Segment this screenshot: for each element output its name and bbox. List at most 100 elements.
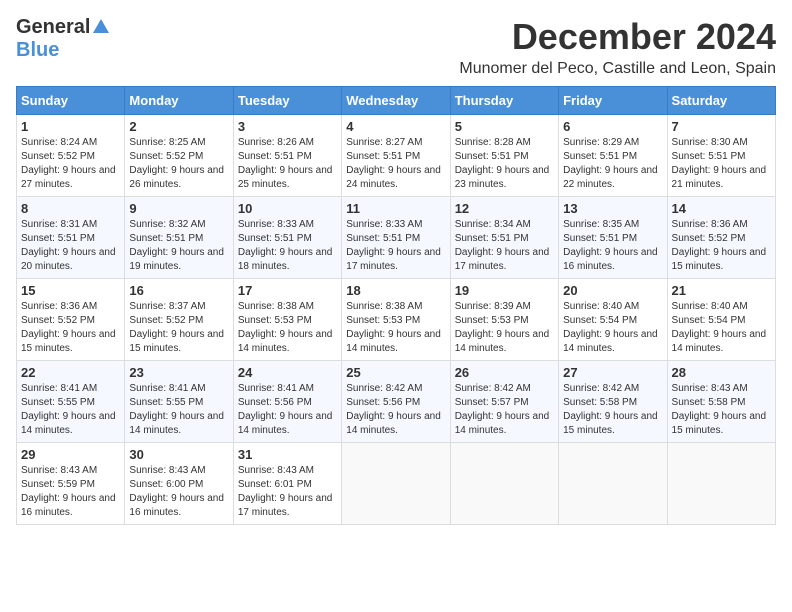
day-number: 11 <box>346 201 445 216</box>
sunset-label: Sunset: 5:51 PM <box>346 151 420 162</box>
daylight-label: Daylight: 9 hours and 20 minutes. <box>21 247 116 272</box>
sunrise-label: Sunrise: 8:43 AM <box>129 465 205 476</box>
daylight-label: Daylight: 9 hours and 15 minutes. <box>129 329 224 354</box>
daylight-label: Daylight: 9 hours and 15 minutes. <box>672 411 767 436</box>
day-cell-15: 15 Sunrise: 8:36 AM Sunset: 5:52 PM Dayl… <box>17 279 125 361</box>
day-number: 12 <box>455 201 554 216</box>
sunset-label: Sunset: 5:58 PM <box>563 397 637 408</box>
day-info: Sunrise: 8:33 AM Sunset: 5:51 PM Dayligh… <box>346 218 445 274</box>
sunset-label: Sunset: 5:56 PM <box>238 397 312 408</box>
day-number: 26 <box>455 365 554 380</box>
day-info: Sunrise: 8:43 AM Sunset: 5:58 PM Dayligh… <box>672 382 771 438</box>
day-cell-6: 6 Sunrise: 8:29 AM Sunset: 5:51 PM Dayli… <box>559 115 667 197</box>
sunrise-label: Sunrise: 8:36 AM <box>21 301 97 312</box>
day-cell-5: 5 Sunrise: 8:28 AM Sunset: 5:51 PM Dayli… <box>450 115 558 197</box>
day-cell-9: 9 Sunrise: 8:32 AM Sunset: 5:51 PM Dayli… <box>125 197 233 279</box>
weekday-header-saturday: Saturday <box>667 87 775 115</box>
day-number: 16 <box>129 283 228 298</box>
day-cell-1: 1 Sunrise: 8:24 AM Sunset: 5:52 PM Dayli… <box>17 115 125 197</box>
day-cell-2: 2 Sunrise: 8:25 AM Sunset: 5:52 PM Dayli… <box>125 115 233 197</box>
day-info: Sunrise: 8:24 AM Sunset: 5:52 PM Dayligh… <box>21 136 120 192</box>
sunrise-label: Sunrise: 8:38 AM <box>346 301 422 312</box>
day-number: 20 <box>563 283 662 298</box>
day-info: Sunrise: 8:25 AM Sunset: 5:52 PM Dayligh… <box>129 136 228 192</box>
sunset-label: Sunset: 5:52 PM <box>21 151 95 162</box>
day-cell-14: 14 Sunrise: 8:36 AM Sunset: 5:52 PM Dayl… <box>667 197 775 279</box>
sunset-label: Sunset: 5:56 PM <box>346 397 420 408</box>
location-title: Munomer del Peco, Castille and Leon, Spa… <box>459 60 776 78</box>
sunset-label: Sunset: 5:51 PM <box>563 233 637 244</box>
sunrise-label: Sunrise: 8:31 AM <box>21 219 97 230</box>
calendar-header-row: SundayMondayTuesdayWednesdayThursdayFrid… <box>17 87 776 115</box>
logo-triangle-icon <box>92 17 110 35</box>
sunrise-label: Sunrise: 8:40 AM <box>672 301 748 312</box>
sunset-label: Sunset: 5:52 PM <box>129 315 203 326</box>
sunrise-label: Sunrise: 8:38 AM <box>238 301 314 312</box>
day-number: 31 <box>238 447 337 462</box>
sunset-label: Sunset: 5:53 PM <box>238 315 312 326</box>
day-cell-30: 30 Sunrise: 8:43 AM Sunset: 6:00 PM Dayl… <box>125 443 233 525</box>
daylight-label: Daylight: 9 hours and 14 minutes. <box>346 329 441 354</box>
sunset-label: Sunset: 5:52 PM <box>129 151 203 162</box>
day-cell-4: 4 Sunrise: 8:27 AM Sunset: 5:51 PM Dayli… <box>342 115 450 197</box>
calendar-table: SundayMondayTuesdayWednesdayThursdayFrid… <box>16 86 776 525</box>
page-header: General Blue December 2024 Munomer del P… <box>16 16 776 78</box>
sunrise-label: Sunrise: 8:42 AM <box>455 383 531 394</box>
sunrise-label: Sunrise: 8:36 AM <box>672 219 748 230</box>
empty-day-cell <box>342 443 450 525</box>
sunrise-label: Sunrise: 8:42 AM <box>346 383 422 394</box>
day-number: 21 <box>672 283 771 298</box>
weekday-header-monday: Monday <box>125 87 233 115</box>
daylight-label: Daylight: 9 hours and 14 minutes. <box>238 329 333 354</box>
daylight-label: Daylight: 9 hours and 14 minutes. <box>238 411 333 436</box>
day-cell-19: 19 Sunrise: 8:39 AM Sunset: 5:53 PM Dayl… <box>450 279 558 361</box>
daylight-label: Daylight: 9 hours and 24 minutes. <box>346 165 441 190</box>
day-number: 28 <box>672 365 771 380</box>
day-cell-23: 23 Sunrise: 8:41 AM Sunset: 5:55 PM Dayl… <box>125 361 233 443</box>
daylight-label: Daylight: 9 hours and 15 minutes. <box>21 329 116 354</box>
day-number: 19 <box>455 283 554 298</box>
sunrise-label: Sunrise: 8:29 AM <box>563 137 639 148</box>
weekday-header-sunday: Sunday <box>17 87 125 115</box>
sunset-label: Sunset: 5:53 PM <box>346 315 420 326</box>
day-cell-25: 25 Sunrise: 8:42 AM Sunset: 5:56 PM Dayl… <box>342 361 450 443</box>
day-number: 24 <box>238 365 337 380</box>
sunrise-label: Sunrise: 8:40 AM <box>563 301 639 312</box>
weekday-header-friday: Friday <box>559 87 667 115</box>
sunset-label: Sunset: 5:55 PM <box>21 397 95 408</box>
daylight-label: Daylight: 9 hours and 27 minutes. <box>21 165 116 190</box>
day-number: 27 <box>563 365 662 380</box>
day-info: Sunrise: 8:42 AM Sunset: 5:58 PM Dayligh… <box>563 382 662 438</box>
sunrise-label: Sunrise: 8:39 AM <box>455 301 531 312</box>
daylight-label: Daylight: 9 hours and 19 minutes. <box>129 247 224 272</box>
day-cell-11: 11 Sunrise: 8:33 AM Sunset: 5:51 PM Dayl… <box>342 197 450 279</box>
sunset-label: Sunset: 5:57 PM <box>455 397 529 408</box>
day-info: Sunrise: 8:34 AM Sunset: 5:51 PM Dayligh… <box>455 218 554 274</box>
daylight-label: Daylight: 9 hours and 14 minutes. <box>21 411 116 436</box>
daylight-label: Daylight: 9 hours and 14 minutes. <box>672 329 767 354</box>
sunset-label: Sunset: 5:53 PM <box>455 315 529 326</box>
daylight-label: Daylight: 9 hours and 14 minutes. <box>563 329 658 354</box>
day-cell-22: 22 Sunrise: 8:41 AM Sunset: 5:55 PM Dayl… <box>17 361 125 443</box>
sunrise-label: Sunrise: 8:32 AM <box>129 219 205 230</box>
day-info: Sunrise: 8:41 AM Sunset: 5:56 PM Dayligh… <box>238 382 337 438</box>
day-cell-24: 24 Sunrise: 8:41 AM Sunset: 5:56 PM Dayl… <box>233 361 341 443</box>
sunrise-label: Sunrise: 8:30 AM <box>672 137 748 148</box>
daylight-label: Daylight: 9 hours and 17 minutes. <box>455 247 550 272</box>
day-cell-13: 13 Sunrise: 8:35 AM Sunset: 5:51 PM Dayl… <box>559 197 667 279</box>
calendar-week-row: 29 Sunrise: 8:43 AM Sunset: 5:59 PM Dayl… <box>17 443 776 525</box>
sunset-label: Sunset: 5:51 PM <box>238 151 312 162</box>
day-info: Sunrise: 8:40 AM Sunset: 5:54 PM Dayligh… <box>672 300 771 356</box>
sunset-label: Sunset: 5:51 PM <box>672 151 746 162</box>
day-info: Sunrise: 8:36 AM Sunset: 5:52 PM Dayligh… <box>21 300 120 356</box>
weekday-header-thursday: Thursday <box>450 87 558 115</box>
sunset-label: Sunset: 5:52 PM <box>21 315 95 326</box>
sunset-label: Sunset: 5:51 PM <box>563 151 637 162</box>
day-info: Sunrise: 8:27 AM Sunset: 5:51 PM Dayligh… <box>346 136 445 192</box>
calendar-week-row: 1 Sunrise: 8:24 AM Sunset: 5:52 PM Dayli… <box>17 115 776 197</box>
day-info: Sunrise: 8:40 AM Sunset: 5:54 PM Dayligh… <box>563 300 662 356</box>
sunrise-label: Sunrise: 8:34 AM <box>455 219 531 230</box>
day-info: Sunrise: 8:43 AM Sunset: 6:00 PM Dayligh… <box>129 464 228 520</box>
sunset-label: Sunset: 5:52 PM <box>672 233 746 244</box>
empty-day-cell <box>559 443 667 525</box>
